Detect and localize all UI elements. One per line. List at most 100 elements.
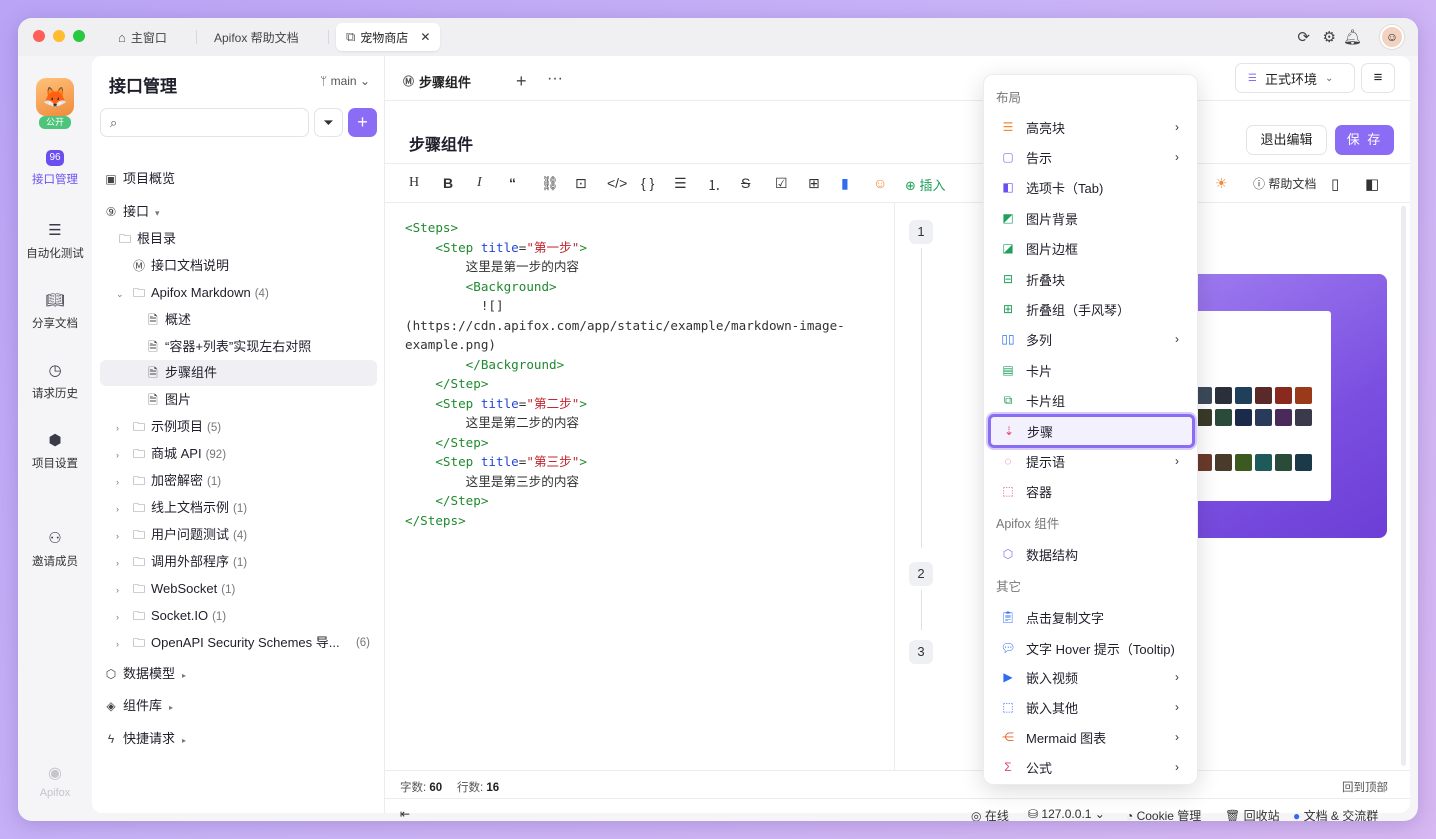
tree-item-overview[interactable]: ▣ 项目概览 — [104, 166, 175, 192]
tree-item-online-docs[interactable]: › 🗀 线上文档示例 (1) — [116, 495, 247, 521]
menu-item-container[interactable]: ⬚ 容器 — [990, 477, 1193, 505]
tree-item-example-project[interactable]: › 🗀 示例项目 (5) — [116, 414, 221, 440]
tree-item-root[interactable]: 🗀 根目录 — [118, 226, 176, 252]
search-input[interactable]: ⌕ — [100, 108, 309, 137]
tree-item-steps-component[interactable]: 🗎 步骤组件 — [100, 360, 377, 386]
italic-icon[interactable]: I — [477, 175, 482, 191]
cookie-manager-link[interactable]: ◔ Cookie 管理 — [1126, 807, 1201, 821]
tab-main-window[interactable]: ⌂ 主窗口 — [108, 23, 177, 51]
code-block-icon[interactable]: { } — [641, 175, 654, 191]
sidebar-toggle-icon[interactable]: ◧ — [1365, 175, 1379, 193]
split-view-icon[interactable]: ▯ — [1331, 175, 1339, 193]
tree-item-api[interactable]: ⑨ 接口 ▾ — [104, 199, 160, 225]
exit-edit-button[interactable]: 退出编辑 — [1246, 125, 1327, 155]
image-icon[interactable]: ⊡ — [575, 175, 587, 192]
menu-item-tip[interactable]: ◌ 提示语 › — [990, 447, 1193, 475]
collapse-sidebar-icon[interactable]: ⇤ — [400, 807, 410, 821]
bullet-list-icon[interactable]: ☰ — [674, 175, 687, 192]
tree-item-socketio[interactable]: › 🗀 Socket.IO (1) — [116, 603, 226, 629]
tree-item-quick-requests[interactable]: ϟ 快捷请求 ▸ — [104, 726, 186, 752]
tree-item-mall-api[interactable]: › 🗀 商城 API (92) — [116, 441, 226, 467]
rail-item-share-docs[interactable]: 📖︎ 分享文档 — [18, 292, 92, 331]
recycle-bin-link[interactable]: 🗑︎ 回收站 — [1225, 807, 1280, 821]
menu-item-tabs[interactable]: ◧ 选项卡（Tab) — [990, 173, 1193, 201]
menu-item-card[interactable]: ▤ 卡片 — [990, 356, 1193, 384]
apifox-doc-icon[interactable]: ▮ — [841, 175, 849, 192]
menu-item-tooltip[interactable]: 💬︎ 文字 Hover 提示（Tooltip) — [990, 634, 1193, 662]
save-button[interactable]: 保 存 — [1335, 125, 1394, 155]
ordered-list-icon[interactable]: ⒈ — [707, 175, 721, 195]
rail-item-request-history[interactable]: ◷ 请求历史 — [18, 362, 92, 401]
user-avatar[interactable]: ☺ — [1380, 25, 1404, 49]
back-to-top-link[interactable]: 回到顶部 — [1342, 779, 1388, 795]
tree-item-openapi-security[interactable]: › 🗀 OpenAPI Security Schemes 导... (6) — [116, 630, 370, 656]
filter-button[interactable]: ⏷ — [314, 108, 343, 137]
help-docs-link[interactable]: ⓘ 帮助文档 — [1253, 175, 1316, 192]
menu-item-mermaid[interactable]: ⋲ Mermaid 图表 › — [990, 723, 1193, 751]
add-button[interactable]: + — [348, 108, 377, 137]
menu-item-image-frame[interactable]: ◪ 图片边框 — [990, 234, 1193, 262]
rail-item-project-settings[interactable]: ⬢ 项目设置 — [18, 432, 92, 471]
menu-item-formula[interactable]: Σ 公式 › — [990, 753, 1193, 781]
docs-community-link[interactable]: ● 文档 & 交流群 — [1293, 807, 1378, 821]
strikethrough-icon[interactable]: S — [741, 175, 750, 191]
table-icon[interactable]: ⊞ — [808, 175, 820, 192]
emoji-icon[interactable]: ☺ — [873, 175, 887, 191]
tree-item-websocket[interactable]: › 🗀 WebSocket (1) — [116, 576, 235, 602]
tree-item-component-library[interactable]: ◈ 组件库 ▸ — [104, 693, 173, 719]
tree-item-encryption[interactable]: › 🗀 加密解密 (1) — [116, 468, 221, 494]
menu-item-data-schema[interactable]: ⬡ 数据结构 — [990, 540, 1193, 568]
tree-item-apifox-markdown[interactable]: ⌄ 🗀 Apifox Markdown (4) — [116, 280, 269, 306]
bold-icon[interactable]: B — [443, 175, 453, 191]
quote-icon[interactable]: “ — [509, 175, 516, 191]
rail-item-api-management[interactable]: 96 接口管理 — [18, 150, 92, 187]
menu-item-embed-other[interactable]: ⬚ 嵌入其他 › — [990, 693, 1193, 721]
tree-item-external-program[interactable]: › 🗀 调用外部程序 (1) — [116, 549, 247, 575]
tab-pet-store[interactable]: ⧉ 宠物商店 ✕ — [336, 23, 441, 51]
menu-item-notice[interactable]: ▢ 告示 › — [990, 143, 1193, 171]
editor-tab-steps[interactable]: Ⓜ 步骤组件 — [393, 64, 505, 100]
link-icon[interactable]: ⛓ — [541, 175, 559, 192]
menu-item-columns[interactable]: ▯▯ 多列 › — [990, 325, 1193, 353]
tree-item-user-issues[interactable]: › 🗀 用户问题测试 (4) — [116, 522, 247, 548]
api-icon: 96 — [46, 150, 64, 166]
theme-toggle-icon[interactable]: ☀ — [1215, 175, 1228, 192]
markdown-source-editor[interactable]: <Steps> <Step title="第一步"> 这里是第一步的内容 <Ba… — [405, 218, 845, 530]
menu-item-steps[interactable]: ⇣ 步骤 — [988, 414, 1195, 448]
rail-item-invite-members[interactable]: ⚇ 邀请成员 — [18, 530, 92, 569]
proxy-selector[interactable]: ⛁ 127.0.0.1 ⌄ — [1028, 807, 1105, 821]
environment-selector[interactable]: ☰ 正式环境 ⌄ — [1235, 63, 1355, 93]
close-window-button[interactable] — [33, 30, 45, 42]
more-icon[interactable]: ··· — [547, 70, 563, 88]
close-icon[interactable]: ✕ — [420, 30, 430, 44]
bell-icon[interactable]: 🔔︎ — [1343, 28, 1362, 46]
minimize-window-button[interactable] — [53, 30, 65, 42]
menu-item-card-group[interactable]: ⧉ 卡片组 — [990, 386, 1193, 414]
tree-item-doc-readme[interactable]: Ⓜ 接口文档说明 — [132, 253, 229, 279]
tree-item-overview-doc[interactable]: 🗎 概述 — [146, 307, 191, 333]
menu-item-click-copy[interactable]: 📋︎ 点击复制文字 — [990, 603, 1193, 631]
tree-item-data-models[interactable]: ⬡ 数据模型 ▸ — [104, 661, 186, 687]
preview-scrollbar[interactable] — [1401, 206, 1406, 766]
menu-item-image-background[interactable]: ◩ 图片背景 — [990, 204, 1193, 232]
branch-selector[interactable]: ᛘ main ⌄ — [320, 74, 370, 88]
gear-icon[interactable]: ⚙ — [1323, 28, 1336, 46]
sync-icon[interactable]: ⟳ — [1297, 28, 1310, 46]
maximize-window-button[interactable] — [73, 30, 85, 42]
menu-item-highlight-block[interactable]: ☰ 高亮块 › — [990, 113, 1193, 141]
heading-icon[interactable]: H — [409, 175, 419, 191]
menu-item-embed-video[interactable]: ▶ 嵌入视频 › — [990, 663, 1193, 691]
menu-item-accordion[interactable]: ⊞ 折叠组（手风琴） — [990, 295, 1193, 323]
code-icon[interactable]: </> — [607, 175, 627, 191]
checkbox-icon[interactable]: ☑ — [775, 175, 788, 192]
insert-button[interactable]: ⊕ 插入 — [905, 175, 946, 194]
online-status[interactable]: ◎ 在线 — [971, 807, 1009, 821]
tab-help-docs[interactable]: Apifox 帮助文档 — [204, 23, 309, 51]
rail-item-auto-test[interactable]: ☰ 自动化测试 — [18, 222, 92, 261]
menu-item-collapse-block[interactable]: ⊟ 折叠块 — [990, 265, 1193, 293]
tree-item-container-list[interactable]: 🗎 “容器+列表”实现左右对照 — [146, 334, 311, 360]
hamburger-menu-button[interactable]: ≡ — [1361, 63, 1395, 93]
project-logo[interactable]: 🦊 — [36, 78, 74, 116]
tree-item-image[interactable]: 🗎 图片 — [146, 387, 191, 413]
new-tab-icon[interactable]: + — [516, 71, 527, 92]
